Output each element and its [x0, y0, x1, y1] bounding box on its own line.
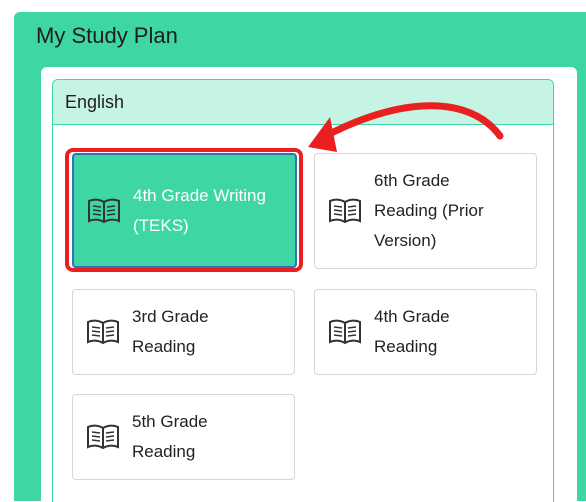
course-tile-5th-grade-reading[interactable]: 5th Grade Reading: [72, 394, 295, 480]
book-icon: [85, 317, 123, 347]
book-icon: [327, 317, 365, 347]
book-icon: [85, 422, 123, 452]
panel-title: My Study Plan: [36, 23, 178, 48]
book-icon: [327, 196, 365, 226]
course-label: 3rd Grade Reading: [132, 307, 209, 356]
course-tile-4th-grade-writing[interactable]: 4th Grade Writing (TEKS): [72, 153, 297, 268]
course-tile-4th-grade-reading[interactable]: 4th Grade Reading: [314, 289, 537, 375]
course-tile-3rd-grade-reading[interactable]: 3rd Grade Reading: [72, 289, 295, 375]
course-tile-6th-grade-reading[interactable]: 6th Grade Reading (Prior Version): [314, 153, 537, 269]
section-title: English: [65, 91, 125, 112]
course-label: 5th Grade Reading: [132, 412, 208, 461]
course-label: 4th Grade Writing (TEKS): [133, 185, 266, 235]
course-label: 6th Grade Reading (Prior Version): [374, 171, 484, 250]
section-header: English: [53, 80, 553, 125]
book-icon: [86, 196, 124, 226]
course-label: 4th Grade Reading: [374, 307, 450, 356]
